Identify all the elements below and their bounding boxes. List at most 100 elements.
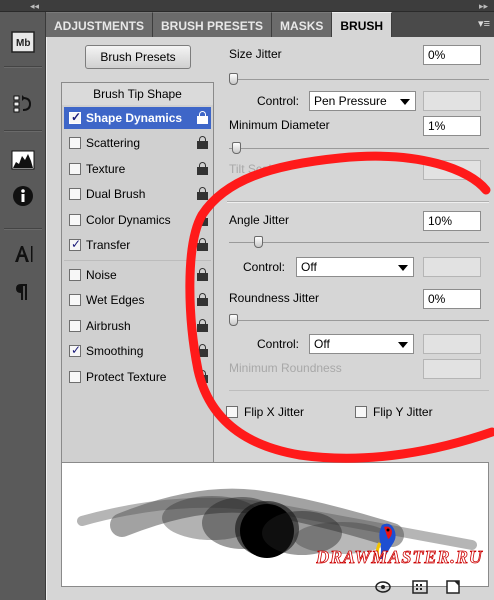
section-divider [227, 201, 489, 203]
tab-brush-presets[interactable]: BRUSH PRESETS [153, 12, 273, 37]
angle-jitter-slider[interactable] [229, 236, 489, 248]
option-checkbox[interactable] [69, 320, 81, 332]
roundness-jitter-field[interactable]: 0% [423, 289, 481, 309]
lock-icon[interactable] [197, 213, 208, 226]
roundness-control-value: Off [314, 337, 330, 351]
angle-control-select[interactable]: Off [296, 257, 414, 277]
history-icon[interactable] [11, 92, 35, 116]
chevron-down-icon [398, 342, 408, 348]
brush-option-protect-texture[interactable]: Protect Texture [64, 366, 211, 388]
size-control-value: Pen Pressure [314, 94, 387, 108]
brush-option-transfer[interactable]: ✓ Transfer [64, 234, 211, 256]
minimum-diameter-slider[interactable] [229, 142, 489, 154]
histogram-icon[interactable] [11, 148, 35, 172]
brush-option-noise[interactable]: Noise [64, 264, 211, 286]
lock-icon[interactable] [197, 319, 208, 332]
roundness-jitter-label: Roundness Jitter [229, 291, 320, 305]
option-checkbox[interactable] [69, 371, 81, 383]
roundness-control-label: Control: [257, 337, 300, 351]
toggle-bristle-preview-icon[interactable] [375, 580, 391, 593]
watermark-text-graphic: DRAWMASTER.RU [316, 547, 483, 568]
panel-tabs: ADJUSTMENTS BRUSH PRESETS MASKS BRUSH ▾≡ [46, 12, 494, 37]
flip-y-jitter[interactable]: Flip Y Jitter [355, 405, 455, 421]
brush-option-scattering[interactable]: Scattering [64, 132, 211, 154]
size-control-label: Control: [257, 94, 300, 108]
panel-dock: ◂◂ Mb [0, 0, 46, 600]
svg-text:Mb: Mb [16, 38, 30, 49]
option-label: Color Dynamics [86, 213, 171, 227]
dock-separator [4, 130, 42, 132]
checkmark-icon: ✓ [71, 110, 82, 124]
flip-x-checkbox[interactable] [226, 406, 238, 418]
create-new-brush-icon[interactable] [445, 580, 460, 594]
option-checkbox[interactable] [69, 163, 81, 175]
lock-icon[interactable] [197, 370, 208, 383]
size-control-select[interactable]: Pen Pressure [309, 91, 416, 111]
brush-option-color-dynamics[interactable]: Color Dynamics [64, 209, 211, 231]
tilt-scale-label: Tilt Scale [229, 162, 278, 176]
lock-icon[interactable] [197, 238, 208, 251]
lock-icon[interactable] [197, 162, 208, 175]
expand-icon[interactable]: ▸▸ [479, 0, 488, 12]
option-checkbox[interactable]: ✓ [69, 110, 82, 124]
minimum-diameter-label: Minimum Diameter [229, 118, 330, 132]
character-icon[interactable] [11, 242, 35, 266]
info-icon[interactable] [11, 184, 35, 208]
option-checkbox[interactable]: ✓ [69, 237, 81, 251]
brush-options-list: Brush Tip Shape ✓ Shape Dynamics Scatterin… [61, 82, 214, 489]
mini-bridge-icon[interactable]: Mb [11, 30, 35, 54]
option-label: Wet Edges [86, 293, 145, 307]
panel-top-bar: ▸▸ [46, 0, 494, 12]
option-checkbox[interactable] [69, 294, 81, 306]
slider-thumb[interactable] [232, 142, 241, 154]
lock-icon[interactable] [197, 344, 208, 357]
option-checkbox[interactable] [69, 137, 81, 149]
option-checkbox[interactable] [69, 269, 81, 281]
size-control-extra-field [423, 91, 481, 111]
slider-thumb[interactable] [229, 73, 238, 85]
tab-adjustments[interactable]: ADJUSTMENTS [46, 12, 154, 37]
tab-brush[interactable]: BRUSH [332, 12, 393, 37]
option-group-divider [64, 260, 211, 261]
brush-option-smoothing[interactable]: ✓ Smoothing [64, 340, 211, 362]
size-jitter-field[interactable]: 0% [423, 45, 481, 65]
lock-icon[interactable] [197, 187, 208, 200]
lock-icon[interactable] [197, 268, 208, 281]
option-label: Smoothing [86, 344, 144, 358]
brush-presets-button[interactable]: Brush Presets [85, 45, 191, 69]
roundness-control-select[interactable]: Off [309, 334, 414, 354]
lock-icon[interactable] [197, 293, 208, 306]
checkmark-icon: ✓ [71, 343, 82, 357]
tab-masks[interactable]: MASKS [272, 12, 333, 37]
size-jitter-slider[interactable] [229, 73, 489, 85]
lock-icon[interactable] [197, 111, 208, 124]
flip-y-checkbox[interactable] [355, 406, 367, 418]
brush-option-airbrush[interactable]: Airbrush [64, 315, 211, 337]
option-checkbox[interactable]: ✓ [69, 343, 82, 357]
brush-tip-shape-item[interactable]: Brush Tip Shape [62, 83, 213, 105]
svg-text:DRAWMASTER.RU: DRAWMASTER.RU [316, 547, 483, 567]
brush-option-wet-edges[interactable]: Wet Edges [64, 289, 211, 311]
brush-option-texture[interactable]: Texture [64, 158, 211, 180]
flip-x-jitter[interactable]: Flip X Jitter [226, 405, 326, 421]
slider-thumb[interactable] [229, 314, 238, 326]
lock-icon[interactable] [197, 136, 208, 149]
open-preset-manager-icon[interactable] [412, 580, 428, 594]
option-checkbox[interactable] [69, 188, 81, 200]
option-checkbox[interactable] [69, 214, 81, 226]
brush-option-dual-brush[interactable]: Dual Brush [64, 183, 211, 205]
collapse-icon[interactable]: ◂◂ [30, 0, 39, 12]
option-label: Shape Dynamics [86, 111, 183, 125]
dock-separator [4, 66, 42, 68]
minimum-diameter-field[interactable]: 1% [423, 116, 481, 136]
angle-jitter-field[interactable]: 10% [423, 211, 481, 231]
slider-thumb[interactable] [254, 236, 263, 248]
panel-menu-icon[interactable]: ▾≡ [478, 17, 490, 30]
option-label: Transfer [86, 238, 131, 252]
option-label: Noise [86, 268, 117, 282]
option-label: Airbrush [86, 319, 131, 333]
brush-option-shape-dynamics[interactable]: ✓ Shape Dynamics [64, 107, 211, 129]
roundness-jitter-slider[interactable] [229, 314, 489, 326]
paragraph-icon[interactable] [11, 280, 35, 304]
dock-collapse-bar[interactable]: ◂◂ [0, 0, 46, 12]
